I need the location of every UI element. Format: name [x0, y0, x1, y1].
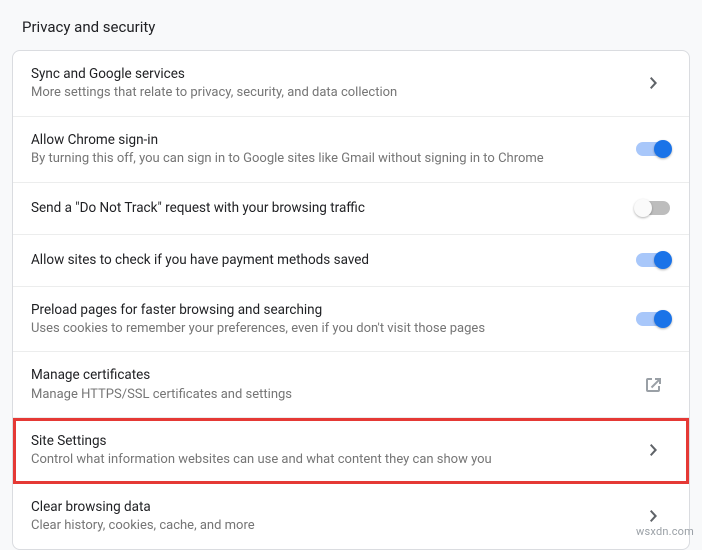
external-link-icon — [635, 376, 671, 394]
row-clear-browsing-data[interactable]: Clear browsing data Clear history, cooki… — [13, 484, 689, 549]
row-allow-chrome-sign-in: Allow Chrome sign-in By turning this off… — [13, 117, 689, 183]
row-title: Allow sites to check if you have payment… — [31, 251, 619, 269]
row-manage-certificates[interactable]: Manage certificates Manage HTTPS/SSL cer… — [13, 352, 689, 418]
row-title: Site Settings — [31, 432, 619, 450]
row-text: Allow Chrome sign-in By turning this off… — [31, 131, 619, 168]
row-title: Send a "Do Not Track" request with your … — [31, 199, 619, 217]
row-title: Sync and Google services — [31, 65, 619, 83]
row-text: Sync and Google services More settings t… — [31, 65, 619, 102]
row-text: Manage certificates Manage HTTPS/SSL cer… — [31, 366, 619, 403]
chevron-right-icon — [635, 77, 671, 89]
row-text: Preload pages for faster browsing and se… — [31, 301, 619, 338]
toggle-icon — [636, 201, 670, 215]
row-title: Manage certificates — [31, 366, 619, 384]
row-text: Send a "Do Not Track" request with your … — [31, 199, 619, 217]
row-title: Preload pages for faster browsing and se… — [31, 301, 619, 319]
toggle-icon — [636, 312, 670, 326]
row-text: Site Settings Control what information w… — [31, 432, 619, 469]
toggle-icon — [636, 253, 670, 267]
chevron-right-icon — [635, 444, 671, 456]
section-header: Privacy and security — [0, 0, 702, 50]
row-subtitle: By turning this off, you can sign in to … — [31, 150, 619, 168]
watermark: wsxdn.com — [636, 525, 694, 538]
settings-card: Sync and Google services More settings t… — [12, 50, 690, 550]
row-payment-methods-check: Allow sites to check if you have payment… — [13, 235, 689, 287]
row-title: Allow Chrome sign-in — [31, 131, 619, 149]
row-preload-pages: Preload pages for faster browsing and se… — [13, 287, 689, 353]
row-text: Clear browsing data Clear history, cooki… — [31, 498, 619, 535]
toggle-do-not-track[interactable] — [635, 201, 671, 215]
toggle-allow-chrome-sign-in[interactable] — [635, 142, 671, 156]
row-sync-google-services[interactable]: Sync and Google services More settings t… — [13, 51, 689, 117]
row-subtitle: Uses cookies to remember your preference… — [31, 320, 619, 338]
row-text: Allow sites to check if you have payment… — [31, 251, 619, 269]
row-subtitle: Control what information websites can us… — [31, 451, 619, 469]
row-site-settings[interactable]: Site Settings Control what information w… — [13, 418, 689, 484]
row-subtitle: More settings that relate to privacy, se… — [31, 84, 619, 102]
row-subtitle: Clear history, cookies, cache, and more — [31, 517, 619, 535]
toggle-icon — [636, 142, 670, 156]
toggle-preload-pages[interactable] — [635, 312, 671, 326]
toggle-payment-methods[interactable] — [635, 253, 671, 267]
row-title: Clear browsing data — [31, 498, 619, 516]
row-do-not-track: Send a "Do Not Track" request with your … — [13, 183, 689, 235]
chevron-right-icon — [635, 510, 671, 522]
row-subtitle: Manage HTTPS/SSL certificates and settin… — [31, 386, 619, 404]
